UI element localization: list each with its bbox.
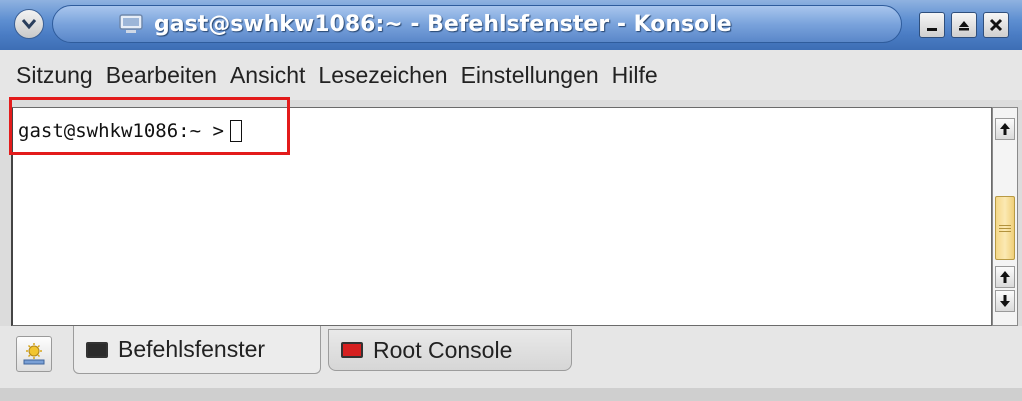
arrow-up-icon bbox=[1000, 271, 1010, 283]
arrow-up-icon bbox=[1000, 123, 1010, 135]
menu-sitzung[interactable]: Sitzung bbox=[16, 62, 93, 89]
window-title-group: gast@swhkw1086:~ - Befehlsfenster - Kons… bbox=[118, 9, 732, 39]
vertical-scrollbar[interactable] bbox=[992, 107, 1018, 326]
menu-bearbeiten[interactable]: Bearbeiten bbox=[106, 62, 217, 89]
title-bar[interactable]: gast@swhkw1086:~ - Befehlsfenster - Kons… bbox=[0, 0, 1022, 50]
close-button[interactable] bbox=[983, 12, 1009, 38]
minimize-icon bbox=[927, 28, 937, 31]
window-menu-button[interactable] bbox=[14, 9, 44, 39]
close-icon bbox=[989, 18, 1003, 32]
chevron-down-icon bbox=[21, 19, 37, 30]
scroll-thumb[interactable] bbox=[995, 196, 1015, 260]
new-session-button[interactable] bbox=[16, 336, 52, 372]
tab-befehlsfenster[interactable]: Befehlsfenster bbox=[73, 326, 321, 374]
scroll-up-button[interactable] bbox=[995, 118, 1015, 140]
root-terminal-icon bbox=[341, 342, 363, 358]
maximize-icon bbox=[959, 21, 969, 31]
menu-lesezeichen[interactable]: Lesezeichen bbox=[318, 62, 447, 89]
bottom-strip bbox=[0, 388, 1022, 401]
window-title: gast@swhkw1086:~ - Befehlsfenster - Kons… bbox=[154, 11, 732, 37]
menu-hilfe[interactable]: Hilfe bbox=[612, 62, 658, 89]
tab-label: Root Console bbox=[373, 336, 513, 363]
scroll-up-lower-button[interactable] bbox=[995, 266, 1015, 288]
tab-label: Befehlsfenster bbox=[118, 336, 266, 362]
maximize-button[interactable] bbox=[951, 12, 977, 38]
scroll-down-button[interactable] bbox=[995, 290, 1015, 312]
monitor-icon bbox=[119, 14, 143, 33]
minimize-button[interactable] bbox=[919, 12, 945, 38]
menu-bar: Sitzung Bearbeiten Ansicht Lesezeichen E… bbox=[0, 50, 1022, 100]
menu-einstellungen[interactable]: Einstellungen bbox=[461, 62, 599, 89]
arrow-down-icon bbox=[1000, 295, 1010, 307]
prompt-highlight-box bbox=[9, 97, 290, 155]
menu-ansicht[interactable]: Ansicht bbox=[230, 62, 305, 89]
tab-root-console[interactable]: Root Console bbox=[328, 329, 572, 371]
terminal-icon bbox=[86, 341, 108, 358]
new-session-icon bbox=[23, 343, 45, 365]
